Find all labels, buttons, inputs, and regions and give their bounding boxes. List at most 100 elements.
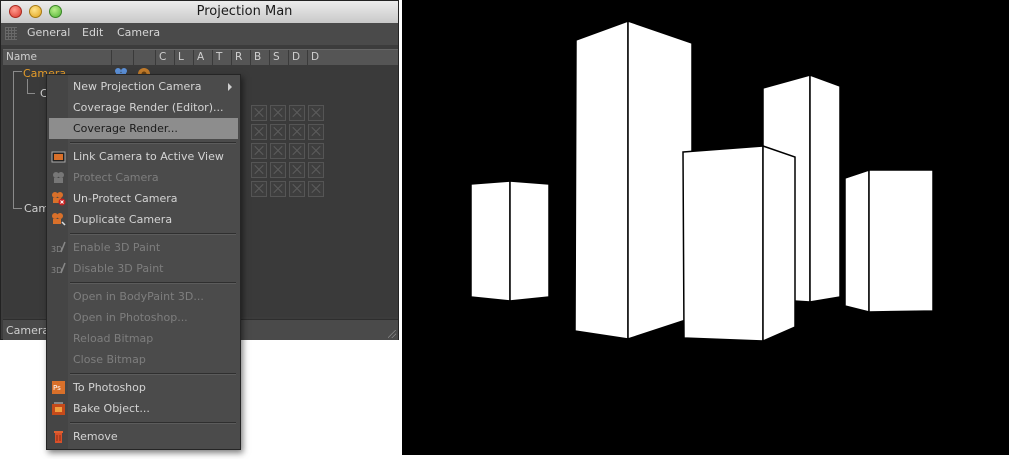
flag-cell[interactable] (270, 143, 286, 159)
menu-item-label: Enable 3D Paint (73, 241, 161, 254)
building-box (682, 144, 796, 343)
menu-item-label: Remove (73, 430, 118, 443)
tree-line (13, 71, 22, 72)
menu-item-protect-camera[interactable]: Protect Camera (47, 167, 240, 188)
flag-cell[interactable] (289, 105, 305, 121)
menu-item-open-bodypaint[interactable]: Open in BodyPaint 3D... (47, 286, 240, 307)
tree-line (13, 71, 14, 209)
tree-line (27, 93, 35, 94)
tree-line (13, 208, 22, 209)
context-menu: New Projection Camera Coverage Render (E… (46, 74, 241, 450)
flag-cell[interactable] (251, 105, 267, 121)
menu-item-disable-3d-paint[interactable]: 3D Disable 3D Paint (47, 258, 240, 279)
submenu-arrow-icon (228, 83, 232, 91)
building-box (470, 180, 550, 302)
building-box (574, 19, 693, 341)
menu-camera[interactable]: Camera (117, 26, 160, 39)
flag-cell[interactable] (289, 162, 305, 178)
svg-text:3D: 3D (51, 266, 62, 275)
enable-3d-paint-icon: 3D (51, 241, 66, 254)
tree-line (27, 79, 28, 93)
flag-cell[interactable] (308, 162, 324, 178)
viewport-scene (470, 19, 934, 343)
menu-separator (70, 282, 236, 284)
menu-item-label: Duplicate Camera (73, 213, 173, 226)
menu-item-reload-bitmap[interactable]: Reload Bitmap (47, 328, 240, 349)
menu-item-label: Disable 3D Paint (73, 262, 164, 275)
duplicate-camera-icon (52, 213, 66, 226)
menu-item-enable-3d-paint[interactable]: 3D Enable 3D Paint (47, 237, 240, 258)
menu-item-unprotect-camera[interactable]: Un-Protect Camera (47, 188, 240, 209)
menu-item-label: Bake Object... (73, 402, 150, 415)
menu-item-label: Coverage Render (Editor)... (73, 101, 224, 114)
menu-separator (70, 373, 236, 375)
menu-item-link-camera[interactable]: Link Camera to Active View (47, 146, 240, 167)
column-b[interactable]: B (250, 50, 269, 65)
protect-camera-icon (53, 172, 64, 183)
menu-item-label: Reload Bitmap (73, 332, 154, 345)
window-title: Projection Man (196, 4, 293, 19)
unprotect-camera-icon (52, 192, 66, 206)
flag-cell[interactable] (270, 181, 286, 197)
link-camera-icon (51, 151, 66, 163)
column-t[interactable]: T (212, 50, 231, 65)
column-header: Name C L A T R B S D D (3, 49, 398, 66)
disable-3d-paint-icon: 3D (51, 262, 66, 275)
menu-item-label: New Projection Camera (73, 80, 202, 93)
column-r[interactable]: R (231, 50, 250, 65)
column-d2[interactable]: D (307, 50, 326, 65)
flag-cell[interactable] (308, 105, 324, 121)
photoshop-icon: Ps (52, 381, 65, 394)
menu-edit[interactable]: Edit (82, 26, 103, 39)
column-name[interactable]: Name (3, 50, 111, 65)
column-a[interactable]: A (193, 50, 212, 65)
menu-item-bake-object[interactable]: Bake Object... (47, 398, 240, 419)
flag-cell[interactable] (270, 162, 286, 178)
column-s[interactable]: S (269, 50, 288, 65)
menu-item-label: Open in Photoshop... (73, 311, 188, 324)
menu-item-open-photoshop[interactable]: Open in Photoshop... (47, 307, 240, 328)
menu-item-label: Close Bitmap (73, 353, 146, 366)
flag-cell[interactable] (289, 143, 305, 159)
column-c[interactable]: C (155, 50, 174, 65)
flag-cell[interactable] (308, 181, 324, 197)
menu-item-label: Open in BodyPaint 3D... (73, 290, 204, 303)
svg-text:3D: 3D (51, 245, 62, 254)
menu-item-new-projection-camera[interactable]: New Projection Camera (47, 76, 240, 97)
resize-handle-icon[interactable] (388, 330, 396, 338)
flag-cell[interactable] (289, 124, 305, 140)
menu-item-coverage-render-editor[interactable]: Coverage Render (Editor)... (47, 97, 240, 118)
menu-item-label: To Photoshop (73, 381, 146, 394)
trash-icon (54, 431, 63, 443)
title-bar: Projection Man (1, 1, 398, 24)
menu-item-duplicate-camera[interactable]: Duplicate Camera (47, 209, 240, 230)
grip-icon[interactable] (5, 27, 17, 40)
flag-cell[interactable] (308, 143, 324, 159)
column-icon (111, 50, 133, 65)
bake-object-icon (52, 402, 65, 415)
flag-cell[interactable] (270, 124, 286, 140)
render-viewport[interactable] (402, 0, 1009, 455)
column-blank (133, 50, 155, 65)
menu-item-close-bitmap[interactable]: Close Bitmap (47, 349, 240, 370)
flag-cell[interactable] (251, 124, 267, 140)
flag-cell[interactable] (308, 124, 324, 140)
menu-item-label: Coverage Render... (73, 122, 178, 135)
flag-cell[interactable] (251, 143, 267, 159)
menu-item-label: Link Camera to Active View (73, 150, 224, 163)
svg-text:Ps: Ps (53, 384, 61, 392)
menu-item-to-photoshop[interactable]: Ps To Photoshop (47, 377, 240, 398)
flag-cell[interactable] (251, 162, 267, 178)
flag-cell[interactable] (270, 105, 286, 121)
flag-cell[interactable] (289, 181, 305, 197)
column-l[interactable]: L (174, 50, 193, 65)
menu-item-label: Un-Protect Camera (73, 192, 178, 205)
menu-separator (70, 233, 236, 235)
column-d1[interactable]: D (288, 50, 307, 65)
menu-item-coverage-render[interactable]: Coverage Render... (49, 118, 238, 139)
menu-item-remove[interactable]: Remove (47, 426, 240, 447)
menu-general[interactable]: General (27, 26, 70, 39)
status-text: Camera (6, 324, 50, 337)
flag-cell[interactable] (251, 181, 267, 197)
menu-bar: General Edit Camera (1, 23, 398, 45)
